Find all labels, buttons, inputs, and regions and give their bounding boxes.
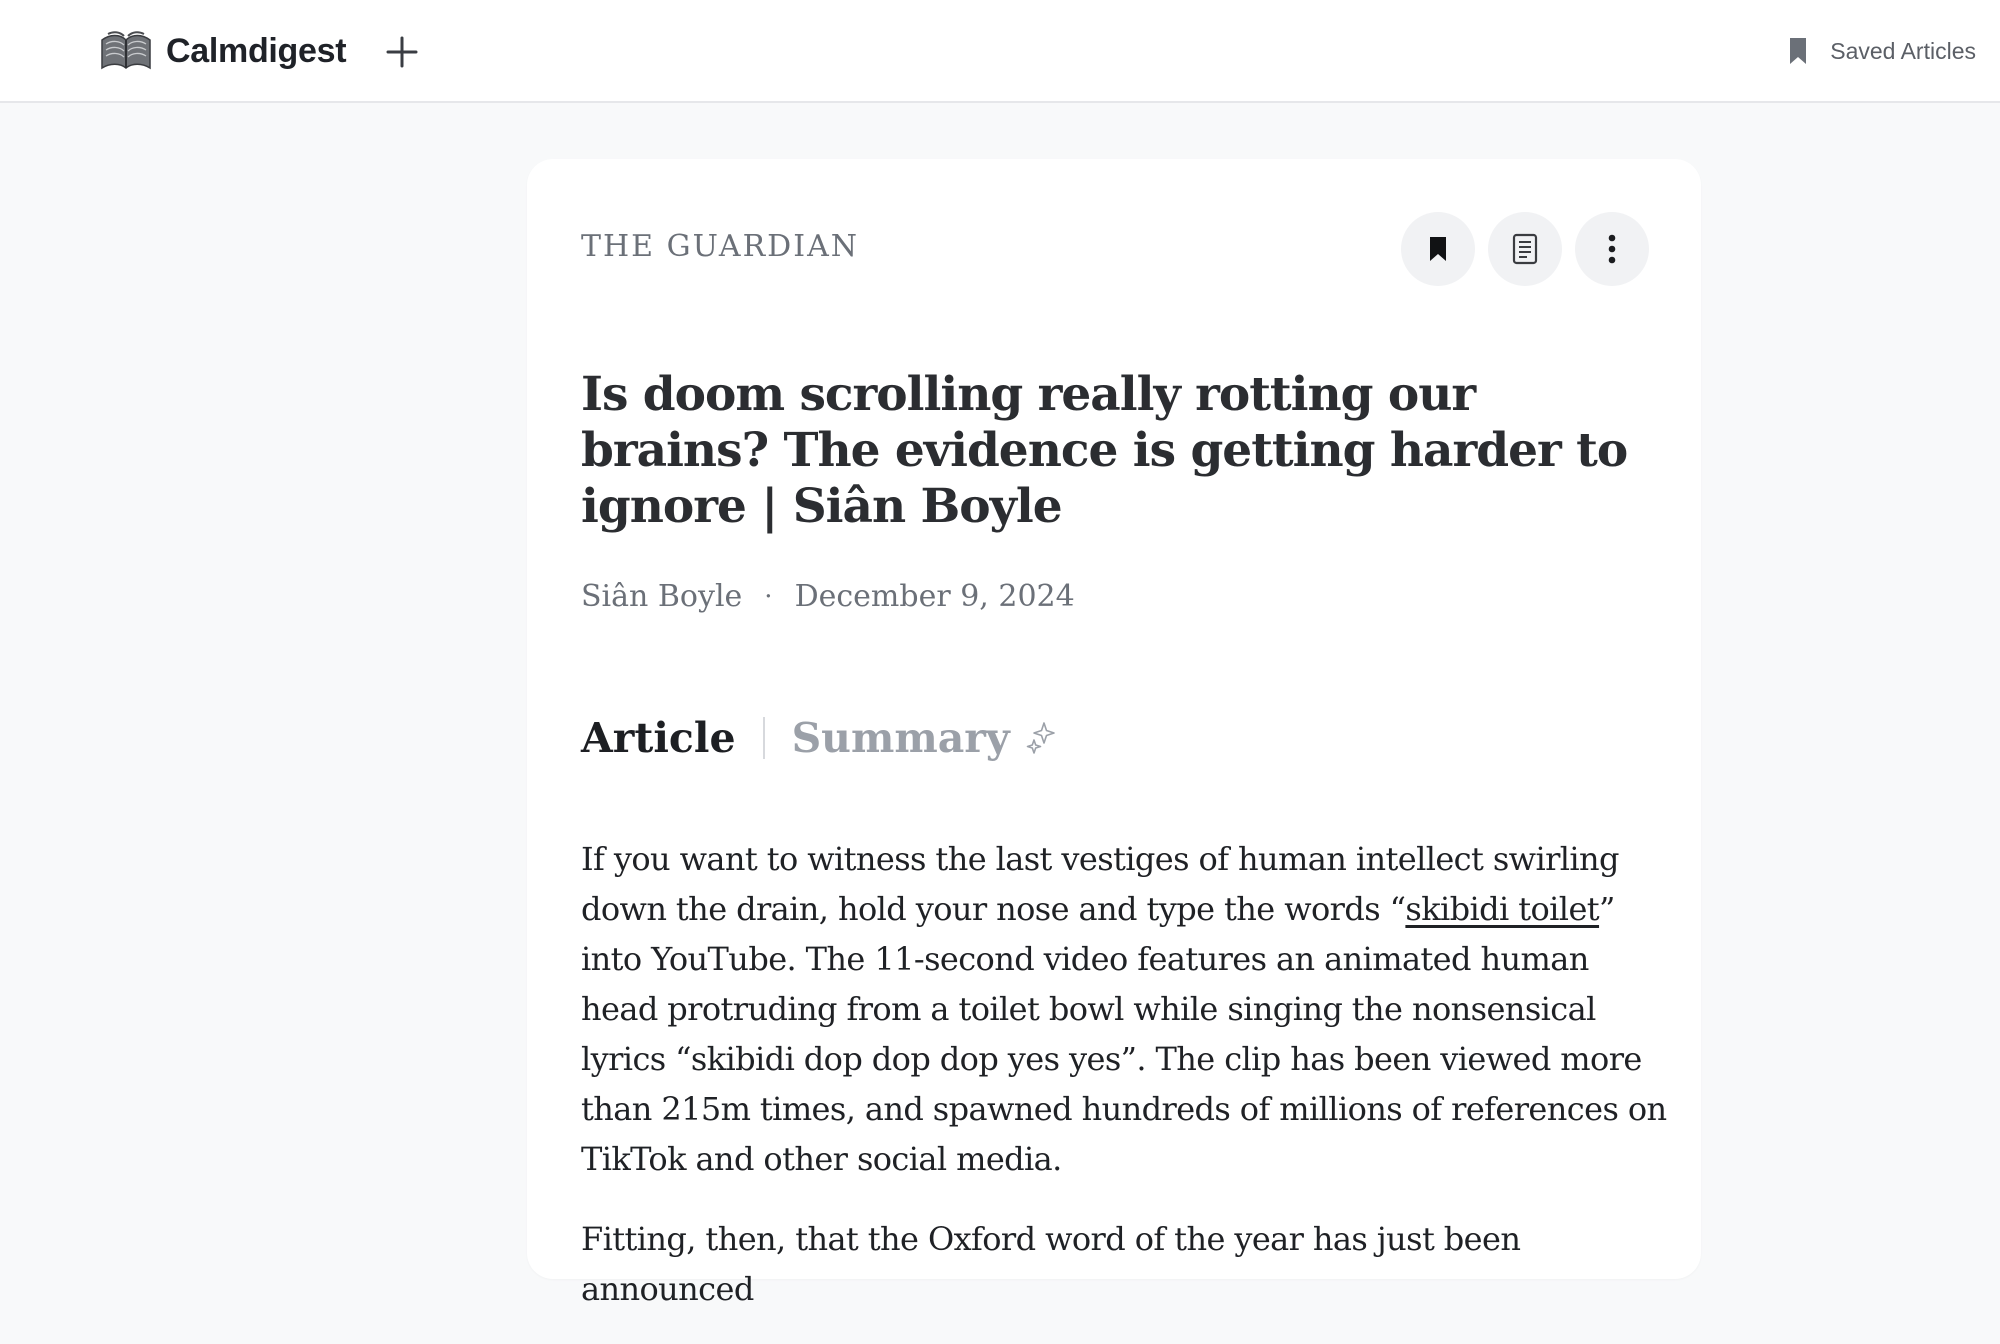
reader-view-icon <box>1512 233 1538 265</box>
add-article-button[interactable] <box>380 30 424 74</box>
article-card: THE GUARDIAN Is doom scrolling really ro… <box>527 159 1701 1308</box>
top-navigation-bar: Calmdigest Saved Articles <box>0 0 2000 103</box>
sparkle-icon <box>1024 721 1058 755</box>
bookmark-icon <box>1430 237 1446 261</box>
article-date: December 9, 2024 <box>794 579 1075 614</box>
brand-name: Calmdigest <box>166 31 347 70</box>
more-options-icon <box>1608 234 1616 264</box>
reader-view-button[interactable] <box>1488 212 1562 286</box>
book-icon <box>101 31 151 70</box>
view-tabs: Article Summary <box>581 703 1058 773</box>
saved-articles-link[interactable]: Saved Articles <box>1788 30 1976 72</box>
skibidi-toilet-link[interactable]: skibidi toilet <box>1405 890 1599 928</box>
more-options-button[interactable] <box>1575 212 1649 286</box>
bookmark-icon <box>1788 36 1808 66</box>
article-body: If you want to witness the last vestiges… <box>581 834 1667 1344</box>
bookmark-button[interactable] <box>1401 212 1475 286</box>
saved-articles-label: Saved Articles <box>1830 37 1976 64</box>
article-title: Is doom scrolling really rotting our bra… <box>581 367 1628 534</box>
paragraph-text: ” into YouTube. The 11-second video feat… <box>581 890 1667 1178</box>
plus-icon <box>386 36 418 68</box>
tab-summary[interactable]: Summary <box>792 714 1010 762</box>
article-paragraph: If you want to witness the last vestiges… <box>581 834 1667 1184</box>
meta-separator: · <box>764 581 773 612</box>
article-author: Siân Boyle <box>581 579 743 614</box>
article-paragraph: Fitting, then, that the Oxford word of t… <box>581 1214 1667 1314</box>
paragraph-text: Fitting, then, that the Oxford word of t… <box>581 1220 1521 1308</box>
article-actions <box>1401 212 1649 286</box>
brand-logo-link[interactable]: Calmdigest <box>100 28 347 74</box>
article-meta: Siân Boyle · December 9, 2024 <box>581 579 1075 614</box>
tab-article[interactable]: Article <box>581 714 736 762</box>
tab-divider <box>762 717 765 759</box>
article-source: THE GUARDIAN <box>581 229 860 264</box>
